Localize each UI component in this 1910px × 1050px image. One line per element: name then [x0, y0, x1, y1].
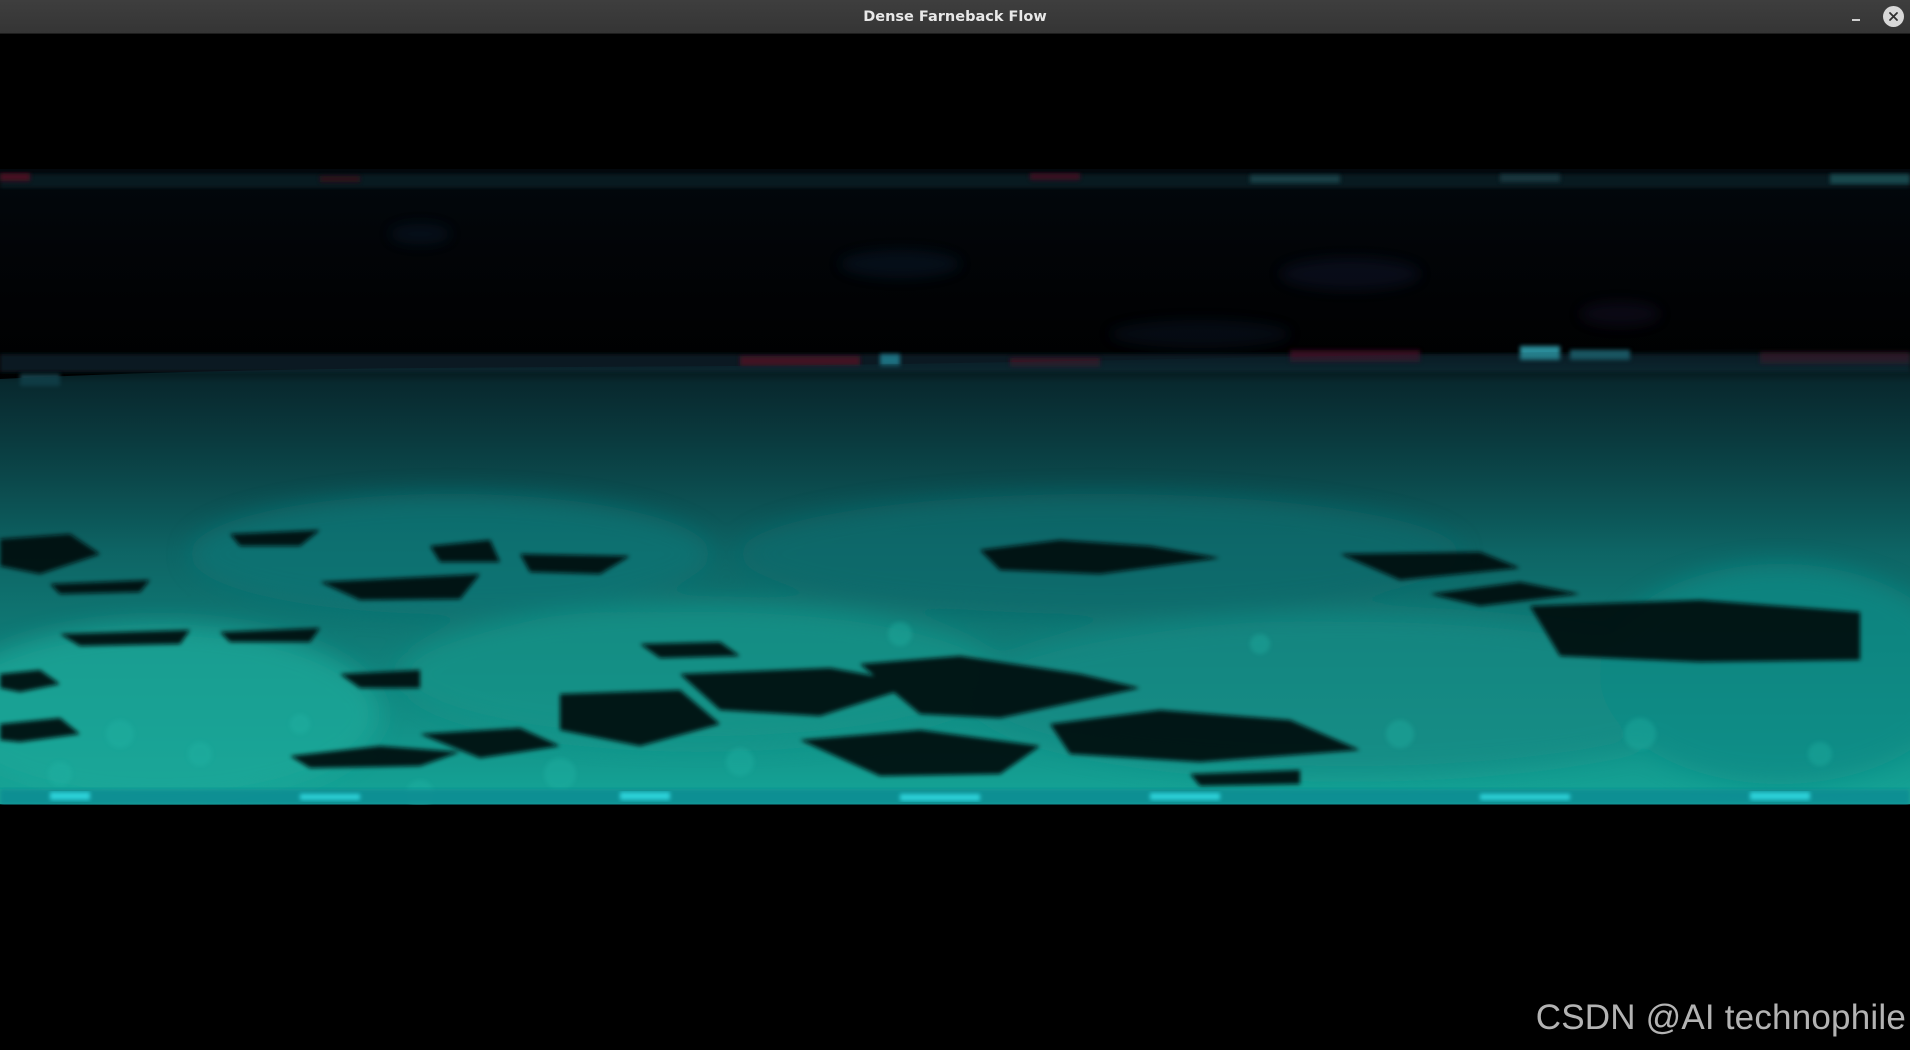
flow-visualization [0, 169, 1910, 1050]
app-window: Dense Farneback Flow CSDN @AI technophil… [0, 0, 1910, 1050]
flow-canvas: CSDN @AI technophile [0, 34, 1910, 1050]
title-bar[interactable]: Dense Farneback Flow [0, 0, 1910, 34]
minus-icon [1852, 19, 1860, 21]
close-button[interactable] [1883, 6, 1904, 27]
window-title: Dense Farneback Flow [863, 9, 1047, 25]
minimize-button[interactable] [1846, 7, 1866, 27]
watermark: CSDN @AI technophile [1535, 998, 1906, 1037]
close-icon [1889, 12, 1898, 21]
